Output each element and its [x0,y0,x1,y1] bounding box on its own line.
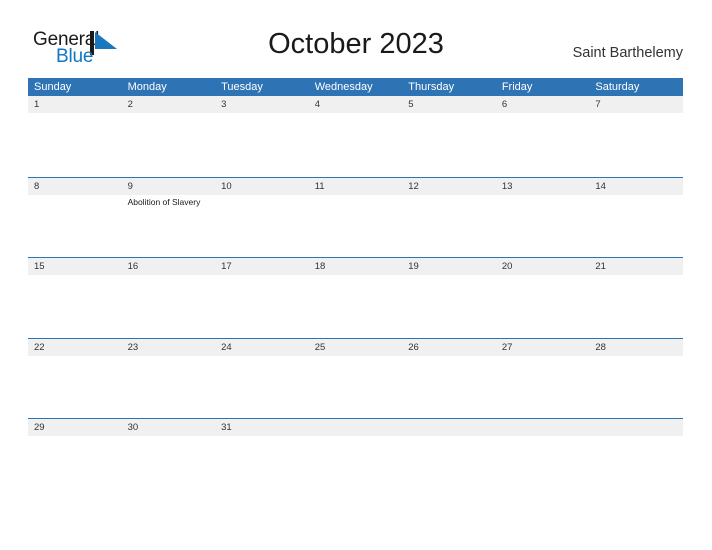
weekday-header-wednesday: Wednesday [314,81,373,93]
day-cell[interactable] [402,436,496,499]
day-number[interactable]: 31 [215,419,309,436]
calendar-weeks: 1 2 3 4 5 6 7 8 9 10 11 12 13 14 Abolition of Slavery 1… [28,96,683,499]
day-event-label: Abolition of Slavery [127,196,201,207]
day-number[interactable]: 6 [496,96,590,113]
day-cell[interactable] [122,436,216,499]
day-number[interactable]: 29 [28,419,122,436]
calendar-grid: Sunday Monday Tuesday Wednesday Thursday Frid… [28,78,683,499]
calendar-week-row: 22 23 24 25 26 27 28 [28,337,683,419]
day-cell[interactable] [122,275,216,338]
week-date-band: 8 9 10 11 12 13 14 [28,177,683,195]
day-cell[interactable] [215,436,309,499]
day-number[interactable]: 30 [122,419,216,436]
day-cell[interactable] [215,275,309,338]
day-cell[interactable] [309,195,403,258]
day-cell[interactable] [309,436,403,499]
day-cell[interactable] [496,275,590,338]
day-number[interactable]: 20 [496,258,590,275]
weekday-header-thursday: Thursday [408,81,455,93]
day-number[interactable]: 17 [215,258,309,275]
day-number[interactable]: 8 [28,178,122,195]
week-event-band [28,113,683,176]
day-cell[interactable] [402,275,496,338]
weekday-header-friday: Friday [501,81,533,93]
day-number-empty [496,419,590,436]
calendar-week-row: 29 30 31 [28,418,683,499]
day-cell[interactable] [496,113,590,176]
day-cell[interactable] [496,195,590,258]
day-number[interactable]: 19 [402,258,496,275]
day-number[interactable]: 26 [402,339,496,356]
week-event-band [28,275,683,338]
day-cell[interactable] [28,195,122,258]
day-cell[interactable] [589,275,683,338]
week-date-band: 1234567 [28,96,683,113]
day-number[interactable]: 18 [309,258,403,275]
day-number[interactable]: 23 [122,339,216,356]
day-cell[interactable] [496,436,590,499]
week-date-band: 15 16 17 18 19 20 21 [28,258,683,275]
day-number[interactable]: 12 [402,178,496,195]
day-number[interactable]: 2 [122,96,216,113]
day-cell[interactable] [589,195,683,258]
day-number[interactable]: 21 [589,258,683,275]
day-number[interactable]: 25 [309,339,403,356]
day-cell[interactable] [309,275,403,338]
day-number[interactable]: 24 [215,339,309,356]
day-cell[interactable]: Abolition of Slavery [122,195,216,258]
day-cell[interactable] [28,275,122,338]
day-number[interactable]: 3 [215,96,309,113]
day-cell[interactable] [122,113,216,176]
day-number[interactable]: 10 [215,178,309,195]
day-number[interactable]: 7 [589,96,683,113]
week-date-band: 22 23 24 25 26 27 28 [28,338,683,356]
day-cell[interactable] [215,195,309,258]
day-cell[interactable] [589,356,683,419]
day-cell[interactable] [402,113,496,176]
day-number[interactable]: 27 [496,339,590,356]
day-cell[interactable] [28,436,122,499]
week-date-band: 29 30 31 [28,419,683,436]
calendar-week-row: 15 16 17 18 19 20 21 [28,257,683,338]
day-number-empty [402,419,496,436]
week-event-band [28,436,683,499]
weekday-header-monday: Monday [127,81,167,93]
calendar-week-row: 1234567 [28,96,683,177]
day-number[interactable]: 5 [402,96,496,113]
weekday-header-tuesday: Tuesday [221,81,263,93]
day-cell[interactable] [215,356,309,419]
day-cell[interactable] [309,356,403,419]
day-number[interactable]: 28 [589,339,683,356]
page-header: General Blue October 2023 Saint Barthele… [0,0,712,66]
day-cell[interactable] [215,113,309,176]
day-number[interactable]: 4 [309,96,403,113]
day-cell[interactable] [28,113,122,176]
day-number[interactable]: 22 [28,339,122,356]
day-number[interactable]: 1 [28,96,122,113]
week-event-band [28,356,683,419]
day-cell[interactable] [402,195,496,258]
day-cell[interactable] [589,113,683,176]
day-cell[interactable] [28,356,122,419]
day-cell[interactable] [402,356,496,419]
day-cell[interactable] [309,113,403,176]
day-number[interactable]: 13 [496,178,590,195]
day-cell[interactable] [496,356,590,419]
day-cell[interactable] [589,436,683,499]
day-number-empty [589,419,683,436]
calendar-region-label: Saint Barthelemy [572,45,683,61]
weekday-header-saturday: Saturday [595,81,640,93]
calendar-week-row: 8 9 10 11 12 13 14 Abolition of Slavery [28,176,683,258]
calendar-weekday-header: Sunday Monday Tuesday Wednesday Thursday Frid… [28,78,683,96]
day-number-empty [309,419,403,436]
day-number[interactable]: 11 [309,178,403,195]
day-number[interactable]: 9 [122,178,216,195]
weekday-header-sunday: Sunday [34,81,72,93]
day-number[interactable]: 16 [122,258,216,275]
day-cell[interactable] [122,356,216,419]
day-number[interactable]: 15 [28,258,122,275]
day-number[interactable]: 14 [589,178,683,195]
week-event-band: Abolition of Slavery [28,195,683,258]
